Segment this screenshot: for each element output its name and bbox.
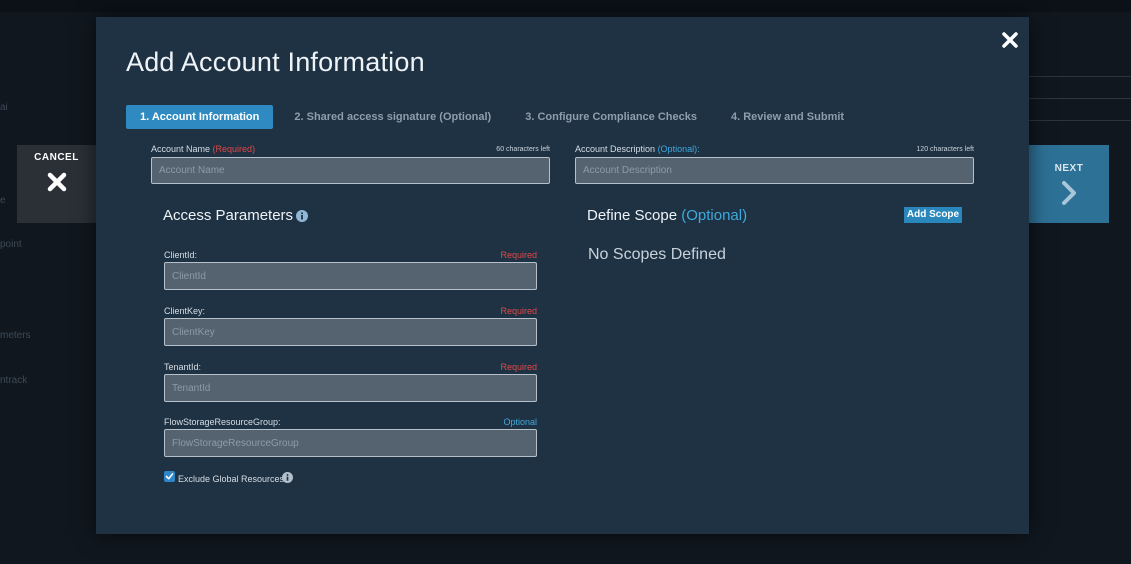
account-description-label-text: Account Description <box>575 144 656 154</box>
exclude-global-resources-checkbox[interactable] <box>164 471 175 482</box>
account-name-char-count: 60 characters left <box>496 146 550 153</box>
client-id-input[interactable] <box>164 262 537 290</box>
add-scope-button[interactable]: Add Scope <box>904 207 962 223</box>
account-name-label-text: Account Name <box>151 144 211 154</box>
background-text: ai <box>0 102 8 113</box>
tenant-id-label: TenantId: <box>164 362 202 372</box>
account-description-char-count: 120 characters left <box>916 146 974 153</box>
checkmark-icon <box>165 473 174 480</box>
background-text: meters <box>0 330 31 341</box>
exclude-global-resources-label: Exclude Global Resources <box>178 474 285 484</box>
close-icon <box>47 172 66 192</box>
access-parameters-title: Access Parameters <box>163 207 294 224</box>
add-account-modal: Add Account Information 1. Account Infor… <box>96 17 1029 534</box>
flow-storage-resource-group-label: FlowStorageResourceGroup: <box>164 417 281 427</box>
define-scope-title: Define Scope (Optional) <box>587 207 747 224</box>
no-scopes-message: No Scopes Defined <box>588 246 726 263</box>
tenant-id-input[interactable] <box>164 374 537 402</box>
optional-qualifier: (Optional): <box>657 144 700 154</box>
cancel-button[interactable]: CANCEL <box>17 145 96 223</box>
client-id-label: ClientId: <box>164 250 198 260</box>
step-shared-access-signature[interactable]: 2. Shared access signature (Optional) <box>281 105 504 129</box>
optional-tag: Optional <box>503 417 537 427</box>
account-description-input[interactable] <box>575 157 974 184</box>
step-configure-compliance-checks[interactable]: 3. Configure Compliance Checks <box>512 105 710 129</box>
wizard-steps: 1. Account Information 2. Shared access … <box>126 105 857 129</box>
background-text: point <box>0 239 22 250</box>
next-label: NEXT <box>1054 163 1084 174</box>
background-top-bar <box>0 0 1131 12</box>
define-scope-title-text: Define Scope <box>587 207 678 224</box>
background-divider <box>1029 98 1131 99</box>
step-account-information[interactable]: 1. Account Information <box>126 105 274 129</box>
modal-title: Add Account Information <box>126 47 425 77</box>
close-icon[interactable] <box>1001 31 1019 49</box>
account-name-label: Account Name (Required) <box>151 144 255 154</box>
required-tag: Required <box>500 362 537 372</box>
background-divider <box>1029 120 1131 121</box>
required-qualifier: (Required) <box>212 144 256 154</box>
background-divider <box>1029 76 1131 77</box>
required-tag: Required <box>500 306 537 316</box>
client-key-input[interactable] <box>164 318 537 346</box>
step-review-and-submit[interactable]: 4. Review and Submit <box>718 105 857 129</box>
account-name-input[interactable] <box>151 157 550 184</box>
account-description-label: Account Description (Optional): <box>575 144 700 154</box>
background-text: e <box>0 195 6 206</box>
cancel-label: CANCEL <box>34 152 79 163</box>
flow-storage-resource-group-input[interactable] <box>164 429 537 457</box>
info-icon[interactable] <box>282 472 293 483</box>
optional-qualifier: (Optional) <box>681 207 748 224</box>
next-button[interactable]: NEXT <box>1029 145 1109 223</box>
info-icon[interactable] <box>296 210 308 222</box>
client-key-label: ClientKey: <box>164 306 206 316</box>
required-tag: Required <box>500 250 537 260</box>
chevron-right-icon <box>1062 181 1076 205</box>
background-text: ntrack <box>0 375 28 386</box>
